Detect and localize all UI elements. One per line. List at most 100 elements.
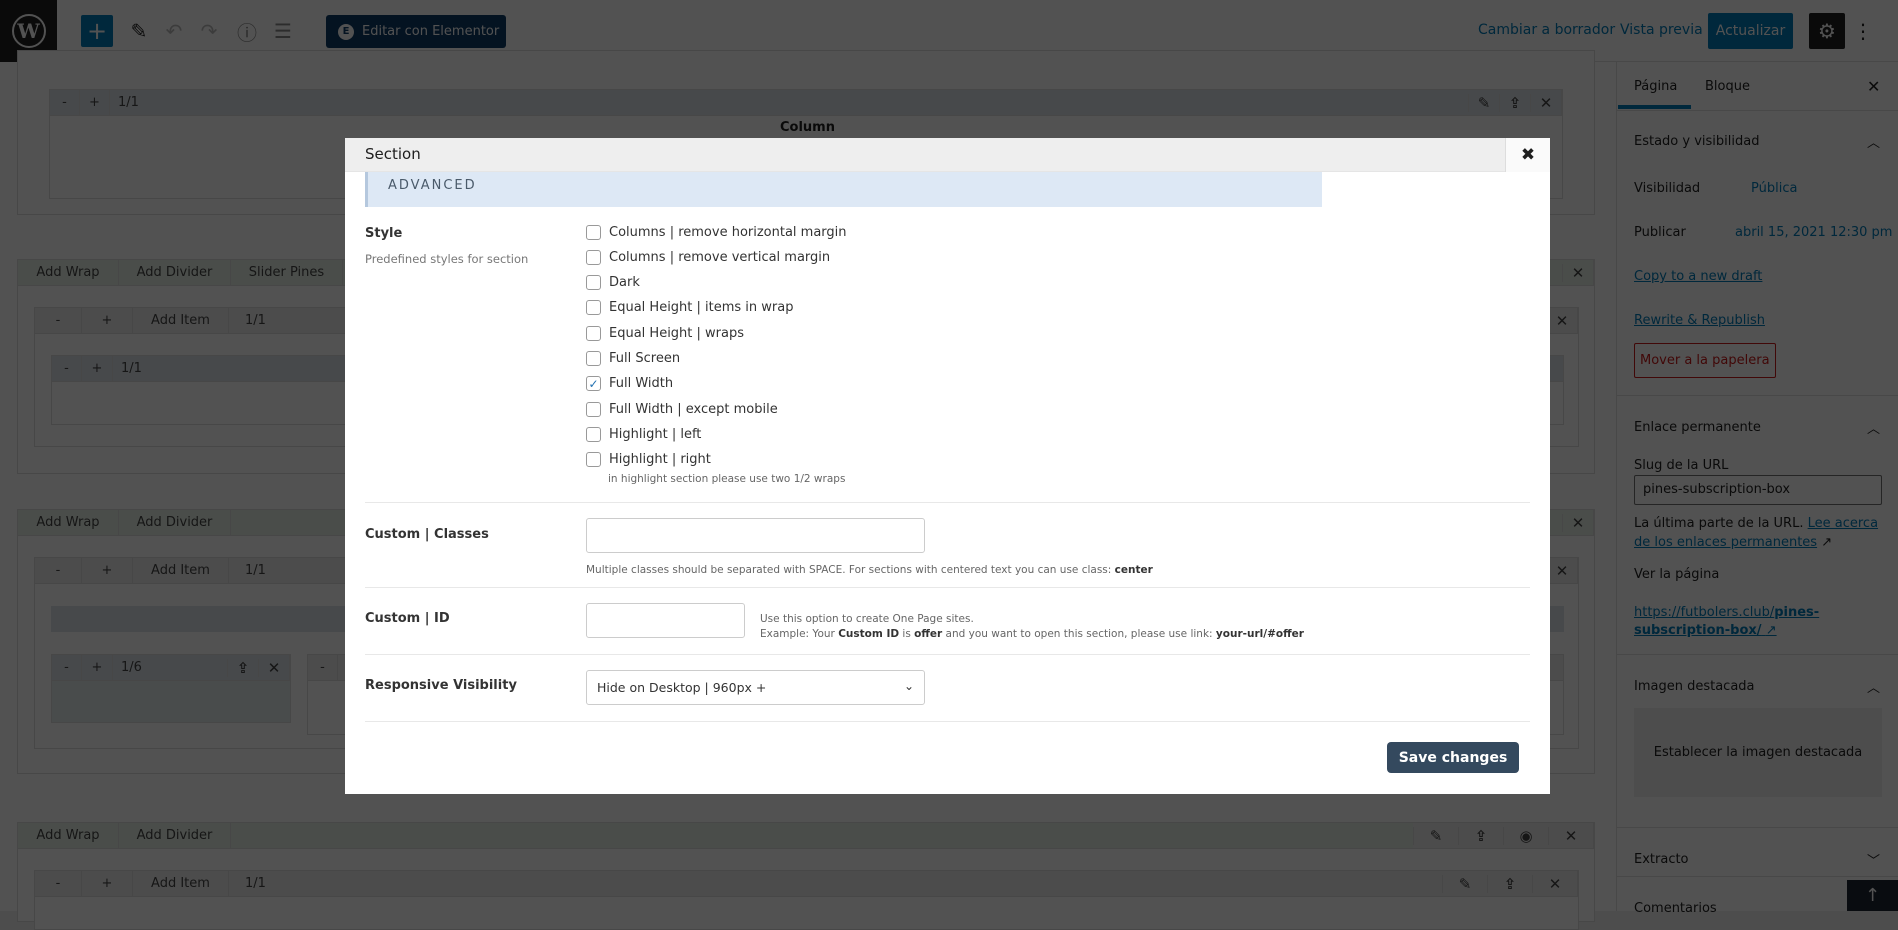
increase-button[interactable]: + bbox=[82, 308, 133, 333]
close-icon[interactable]: ✕ bbox=[1562, 513, 1593, 532]
checkbox-icon[interactable] bbox=[586, 224, 601, 240]
add-wrap-button[interactable]: Add Wrap bbox=[18, 510, 119, 535]
pencil-icon[interactable]: ✎ bbox=[1413, 826, 1458, 845]
save-changes-button[interactable]: Save changes bbox=[1387, 742, 1519, 773]
checkbox-icon[interactable] bbox=[586, 452, 601, 468]
style-option-checkbox[interactable]: Equal Height | wraps bbox=[586, 323, 744, 343]
tab-block[interactable]: Bloque bbox=[1705, 79, 1750, 94]
decrease-button[interactable]: - bbox=[35, 871, 82, 896]
share-icon[interactable]: ⇪ bbox=[227, 658, 258, 677]
add-divider-button[interactable]: Add Divider bbox=[119, 823, 231, 848]
close-icon[interactable]: ✕ bbox=[1532, 874, 1577, 893]
close-icon[interactable]: ✕ bbox=[1546, 561, 1577, 580]
add-wrap-button[interactable]: Add Wrap bbox=[18, 823, 119, 848]
edit-with-elementor-button[interactable]: E Editar con Elementor bbox=[326, 15, 506, 48]
close-icon[interactable]: ✕ bbox=[1548, 826, 1593, 845]
pencil-icon[interactable]: ✎ bbox=[125, 15, 153, 47]
list-view-icon[interactable]: ☰ bbox=[269, 15, 297, 47]
featured-image-panel-title[interactable]: Imagen destacada bbox=[1634, 679, 1755, 694]
visibility-value[interactable]: Pública bbox=[1751, 181, 1797, 196]
redo-icon[interactable]: ↷ bbox=[195, 15, 223, 47]
add-divider-button[interactable]: Add Divider bbox=[119, 260, 231, 285]
add-block-button[interactable]: + bbox=[81, 15, 113, 47]
chevron-up-icon[interactable]: ︿ bbox=[1867, 132, 1880, 151]
close-icon[interactable]: ✕ bbox=[258, 658, 289, 677]
permalink-panel-title[interactable]: Enlace permanente bbox=[1634, 420, 1761, 435]
add-item-button[interactable]: Add Item bbox=[133, 558, 229, 583]
eye-icon[interactable]: ◉ bbox=[1503, 826, 1548, 845]
checkbox-icon[interactable] bbox=[586, 300, 601, 316]
switch-to-draft-link[interactable]: Cambiar a borrador bbox=[1478, 22, 1615, 38]
more-options-icon[interactable]: ⋮ bbox=[1853, 15, 1873, 47]
slug-input[interactable]: pines-subscription-box bbox=[1634, 475, 1882, 505]
add-wrap-button[interactable]: Add Wrap bbox=[18, 260, 119, 285]
checkbox-icon[interactable] bbox=[586, 325, 601, 341]
gear-icon[interactable]: ⚙ bbox=[1809, 13, 1845, 49]
decrease-button[interactable]: - bbox=[35, 308, 82, 333]
share-icon[interactable]: ⇪ bbox=[1499, 93, 1530, 112]
column-ratio: 1/1 bbox=[121, 361, 142, 376]
close-icon[interactable]: ✕ bbox=[1546, 311, 1577, 330]
page-url-link[interactable]: https://futbolers.club/pines-subscriptio… bbox=[1634, 604, 1834, 640]
publish-date[interactable]: abril 15, 2021 12:30 pm bbox=[1735, 225, 1892, 240]
style-option-checkbox[interactable]: Columns | remove horizontal margin bbox=[586, 222, 847, 242]
scroll-to-top-button[interactable]: ↑ bbox=[1847, 880, 1898, 911]
checkbox-icon[interactable] bbox=[586, 426, 601, 442]
custom-classes-input[interactable] bbox=[586, 518, 925, 553]
custom-id-input[interactable] bbox=[586, 603, 745, 638]
decrease-button[interactable]: - bbox=[52, 356, 82, 381]
decrease-button[interactable]: - bbox=[50, 90, 80, 115]
style-option-label: Equal Height | wraps bbox=[609, 325, 745, 341]
excerpt-panel-title[interactable]: Extracto bbox=[1634, 852, 1689, 867]
style-option-checkbox[interactable]: ✓ Full Width bbox=[586, 374, 673, 394]
trash-button[interactable]: Mover a la papelera bbox=[1634, 343, 1776, 378]
increase-button[interactable]: + bbox=[82, 558, 133, 583]
add-item-button[interactable]: Add Item bbox=[133, 871, 229, 896]
close-icon[interactable]: ✖ bbox=[1505, 138, 1550, 172]
info-icon[interactable]: ⓘ bbox=[233, 15, 261, 47]
increase-button[interactable]: + bbox=[80, 90, 110, 115]
style-option-checkbox[interactable]: Full Width | except mobile bbox=[586, 399, 778, 419]
add-item-button[interactable]: Add Item bbox=[133, 308, 229, 333]
close-icon[interactable]: ✕ bbox=[1530, 93, 1561, 112]
copy-draft-link[interactable]: Copy to a new draft bbox=[1634, 269, 1762, 284]
rewrite-republish-link[interactable]: Rewrite & Republish bbox=[1634, 313, 1765, 328]
chevron-up-icon[interactable]: ︿ bbox=[1867, 677, 1880, 696]
preview-link[interactable]: Vista previa bbox=[1620, 22, 1703, 38]
undo-icon[interactable]: ↶ bbox=[160, 15, 188, 47]
decrease-button[interactable]: - bbox=[308, 655, 338, 680]
update-button[interactable]: Actualizar bbox=[1708, 13, 1793, 49]
pencil-icon[interactable]: ✎ bbox=[1468, 93, 1499, 112]
chevron-up-icon[interactable]: ︿ bbox=[1867, 418, 1880, 437]
style-option-label: Columns | remove vertical margin bbox=[609, 249, 831, 265]
status-panel-title[interactable]: Estado y visibilidad bbox=[1634, 134, 1759, 149]
increase-button[interactable]: + bbox=[82, 655, 113, 680]
checkbox-icon[interactable] bbox=[586, 351, 601, 366]
chevron-down-icon[interactable]: ﹀ bbox=[1867, 850, 1880, 869]
close-icon[interactable]: ✕ bbox=[1562, 263, 1593, 282]
style-option-checkbox[interactable]: Highlight | right bbox=[586, 450, 711, 470]
comments-panel-title[interactable]: Comentarios bbox=[1634, 901, 1717, 916]
style-option-checkbox[interactable]: Full Screen bbox=[586, 349, 680, 369]
share-icon[interactable]: ⇪ bbox=[1458, 826, 1503, 845]
decrease-button[interactable]: - bbox=[35, 558, 82, 583]
style-option-checkbox[interactable]: Dark bbox=[586, 273, 640, 293]
pencil-icon[interactable]: ✎ bbox=[1442, 874, 1487, 893]
style-option-checkbox[interactable]: Equal Height | items in wrap bbox=[586, 298, 794, 318]
decrease-button[interactable]: - bbox=[52, 655, 82, 680]
checkbox-icon[interactable] bbox=[586, 401, 601, 417]
add-divider-button[interactable]: Add Divider bbox=[119, 510, 231, 535]
share-icon[interactable]: ⇪ bbox=[1487, 874, 1532, 893]
close-icon[interactable]: ✕ bbox=[1867, 77, 1880, 96]
checkbox-checked-icon[interactable]: ✓ bbox=[586, 376, 601, 392]
responsive-visibility-select[interactable]: Hide on Desktop | 960px + ⌄ bbox=[586, 670, 925, 705]
increase-button[interactable]: + bbox=[82, 356, 113, 381]
checkbox-icon[interactable] bbox=[586, 249, 601, 265]
style-option-checkbox[interactable]: Highlight | left bbox=[586, 424, 701, 444]
set-featured-image-button[interactable]: Establecer la imagen destacada bbox=[1634, 708, 1882, 797]
tab-page[interactable]: Página bbox=[1634, 79, 1677, 94]
style-option-checkbox[interactable]: Columns | remove vertical margin bbox=[586, 247, 830, 267]
increase-button[interactable]: + bbox=[82, 871, 133, 896]
slider-pines-button[interactable]: Slider Pines bbox=[231, 260, 343, 285]
checkbox-icon[interactable] bbox=[586, 275, 601, 291]
